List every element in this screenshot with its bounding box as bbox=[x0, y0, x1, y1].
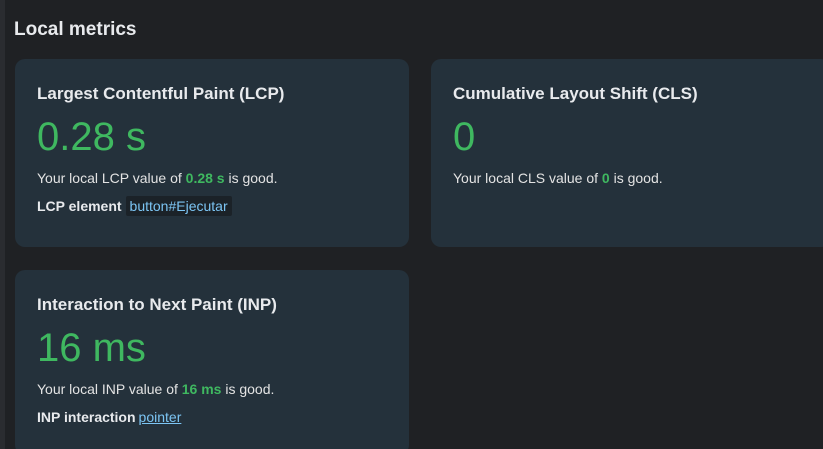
inp-title: Interaction to Next Paint (INP) bbox=[37, 295, 277, 314]
lcp-element-row: LCP element button#Ejecutar bbox=[37, 196, 387, 216]
lcp-desc-prefix: Your local LCP value of bbox=[37, 170, 186, 186]
inp-desc-prefix: Your local INP value of bbox=[37, 381, 182, 397]
inp-card: Interaction to Next Paint (INP) 16 ms Yo… bbox=[15, 270, 409, 449]
cls-desc-value: 0 bbox=[601, 170, 610, 186]
inp-desc-suffix: is good. bbox=[221, 381, 275, 397]
lcp-desc-value: 0.28 s bbox=[185, 170, 225, 186]
local-metrics-panel: Local metrics Largest Contentful Paint (… bbox=[0, 0, 823, 449]
cls-desc-suffix: is good. bbox=[609, 170, 663, 186]
cls-title: Cumulative Layout Shift (CLS) bbox=[453, 84, 698, 103]
lcp-value: 0.28 s bbox=[37, 115, 146, 159]
lcp-title: Largest Contentful Paint (LCP) bbox=[37, 84, 285, 103]
lcp-desc-suffix: is good. bbox=[224, 170, 278, 186]
cls-value: 0 bbox=[453, 115, 476, 159]
lcp-element-label: LCP element bbox=[37, 198, 122, 214]
lcp-element-link[interactable]: button#Ejecutar bbox=[125, 196, 232, 216]
inp-interaction-link[interactable]: pointer bbox=[139, 409, 182, 425]
cls-description: Your local CLS value of 0 is good. bbox=[453, 169, 809, 187]
cls-card: Cumulative Layout Shift (CLS) 0 Your loc… bbox=[431, 59, 823, 247]
inp-value: 16 ms bbox=[37, 326, 146, 370]
inp-interaction-label: INP interaction bbox=[37, 409, 136, 425]
lcp-card: Largest Contentful Paint (LCP) 0.28 s Yo… bbox=[15, 59, 409, 247]
inp-interaction-row: INP interaction pointer bbox=[37, 407, 387, 427]
lcp-description: Your local LCP value of 0.28 s is good. bbox=[37, 169, 387, 187]
inp-desc-value: 16 ms bbox=[181, 381, 222, 397]
section-title: Local metrics bbox=[14, 19, 137, 40]
cls-desc-prefix: Your local CLS value of bbox=[453, 170, 602, 186]
inp-description: Your local INP value of 16 ms is good. bbox=[37, 380, 387, 398]
